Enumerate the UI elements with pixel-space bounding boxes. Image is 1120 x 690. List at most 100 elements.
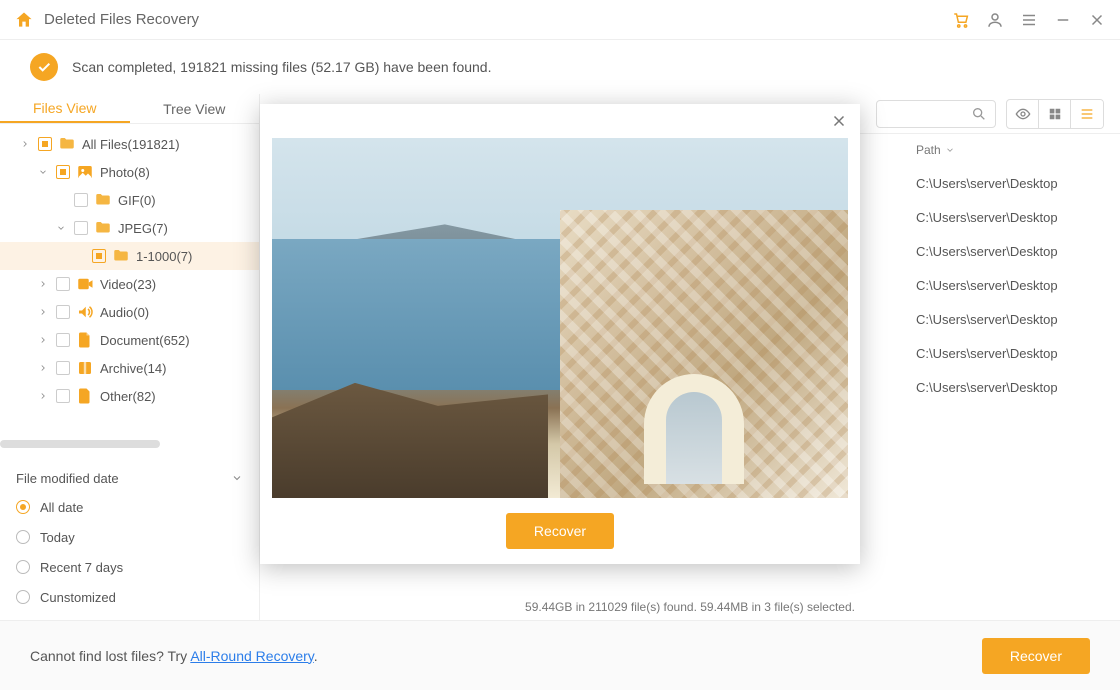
checkbox[interactable]: [38, 137, 52, 151]
tree-row[interactable]: 1-1000(7): [0, 242, 259, 270]
file-tree: All Files(191821) Photo(8) GIF(0) JPEG(7) 1-…: [0, 124, 259, 434]
filter-label: Today: [40, 530, 75, 545]
user-icon[interactable]: [986, 11, 1004, 29]
checkbox[interactable]: [74, 221, 88, 235]
tree-row[interactable]: JPEG(7): [0, 214, 259, 242]
search-input[interactable]: [876, 100, 996, 128]
expand-arrow-icon[interactable]: [36, 361, 50, 375]
cart-icon[interactable]: [952, 11, 970, 29]
recover-button[interactable]: Recover: [982, 638, 1090, 674]
titlebar: Deleted Files Recovery: [0, 0, 1120, 40]
filter-label: All date: [40, 500, 83, 515]
expand-arrow-icon[interactable]: [36, 165, 50, 179]
tree-row[interactable]: All Files(191821): [0, 130, 259, 158]
view-tabs: Files View Tree View: [0, 94, 259, 124]
other-icon: [76, 387, 94, 405]
tree-row[interactable]: GIF(0): [0, 186, 259, 214]
tree-label: 1-1000(7): [136, 249, 192, 264]
expand-arrow-icon[interactable]: [36, 333, 50, 347]
column-path[interactable]: Path: [916, 143, 1056, 157]
radio-icon: [16, 560, 30, 574]
tree-label: JPEG(7): [118, 221, 168, 236]
scan-status-bar: Scan completed, 191821 missing files (52…: [0, 40, 1120, 94]
view-grid-button[interactable]: [1039, 100, 1071, 128]
tree-row[interactable]: Photo(8): [0, 158, 259, 186]
tree-label: GIF(0): [118, 193, 156, 208]
archive-icon: [76, 359, 94, 377]
filter-label: Cunstomized: [40, 590, 116, 605]
expand-arrow-icon[interactable]: [54, 221, 68, 235]
audio-icon: [76, 303, 94, 321]
search-icon: [971, 106, 987, 122]
expand-arrow-icon[interactable]: [36, 305, 50, 319]
close-icon[interactable]: [830, 112, 848, 130]
filter-heading-row[interactable]: File modified date: [16, 464, 243, 492]
check-badge-icon: [30, 53, 58, 81]
hint-text: Cannot find lost files? Try All-Round Re…: [30, 648, 318, 664]
tree-label: Audio(0): [100, 305, 149, 320]
all-round-recovery-link[interactable]: All-Round Recovery: [190, 648, 313, 664]
app-title: Deleted Files Recovery: [44, 11, 952, 28]
folder-icon: [112, 247, 130, 265]
tab-files-view[interactable]: Files View: [0, 94, 130, 123]
footer: Cannot find lost files? Try All-Round Re…: [0, 620, 1120, 690]
filter-option[interactable]: Cunstomized: [16, 582, 243, 612]
chevron-down-icon: [945, 145, 955, 155]
expand-arrow-icon[interactable]: [54, 193, 68, 207]
checkbox[interactable]: [56, 305, 70, 319]
filter-option[interactable]: Today: [16, 522, 243, 552]
modal-recover-button[interactable]: Recover: [506, 513, 614, 549]
expand-arrow-icon[interactable]: [18, 137, 32, 151]
tree-label: Video(23): [100, 277, 156, 292]
photo-icon: [76, 163, 94, 181]
path-cell: C:\Users\server\Desktop: [916, 346, 1058, 361]
tab-tree-view[interactable]: Tree View: [130, 94, 260, 123]
radio-icon: [16, 590, 30, 604]
view-list-button[interactable]: [1071, 100, 1103, 128]
scan-status-text: Scan completed, 191821 missing files (52…: [72, 59, 491, 75]
video-icon: [76, 275, 94, 293]
status-bar: 59.44GB in 211029 file(s) found. 59.44MB…: [260, 594, 1120, 620]
folder-icon: [58, 135, 76, 153]
tree-label: All Files(191821): [82, 137, 180, 152]
tree-label: Other(82): [100, 389, 156, 404]
checkbox[interactable]: [56, 277, 70, 291]
tree-row[interactable]: Archive(14): [0, 354, 259, 382]
filter-option[interactable]: Recent 7 days: [16, 552, 243, 582]
expand-arrow-icon[interactable]: [72, 249, 86, 263]
path-cell: C:\Users\server\Desktop: [916, 380, 1058, 395]
path-cell: C:\Users\server\Desktop: [916, 210, 1058, 225]
tree-row[interactable]: Other(82): [0, 382, 259, 410]
checkbox[interactable]: [74, 193, 88, 207]
filter-option[interactable]: All date: [16, 492, 243, 522]
folder-icon: [94, 219, 112, 237]
path-cell: C:\Users\server\Desktop: [916, 176, 1058, 191]
radio-icon: [16, 500, 30, 514]
expand-arrow-icon[interactable]: [36, 389, 50, 403]
view-toggle: [1006, 99, 1104, 129]
tree-label: Archive(14): [100, 361, 166, 376]
checkbox[interactable]: [56, 165, 70, 179]
tree-row[interactable]: Audio(0): [0, 298, 259, 326]
chevron-down-icon: [231, 472, 243, 484]
path-cell: C:\Users\server\Desktop: [916, 244, 1058, 259]
checkbox[interactable]: [92, 249, 106, 263]
tree-row[interactable]: Document(652): [0, 326, 259, 354]
radio-icon: [16, 530, 30, 544]
filter-panel: File modified date All date Today Recent 7…: [0, 456, 259, 620]
scrollbar-stub[interactable]: [0, 440, 160, 448]
menu-icon[interactable]: [1020, 11, 1038, 29]
checkbox[interactable]: [56, 333, 70, 347]
checkbox[interactable]: [56, 389, 70, 403]
expand-arrow-icon[interactable]: [36, 277, 50, 291]
close-icon[interactable]: [1088, 11, 1106, 29]
tree-row[interactable]: Video(23): [0, 270, 259, 298]
home-icon[interactable]: [14, 10, 34, 30]
checkbox[interactable]: [56, 361, 70, 375]
minimize-icon[interactable]: [1054, 11, 1072, 29]
view-preview-button[interactable]: [1007, 100, 1039, 128]
tree-label: Photo(8): [100, 165, 150, 180]
path-cell: C:\Users\server\Desktop: [916, 312, 1058, 327]
preview-image: [272, 138, 848, 498]
filter-label: Recent 7 days: [40, 560, 123, 575]
